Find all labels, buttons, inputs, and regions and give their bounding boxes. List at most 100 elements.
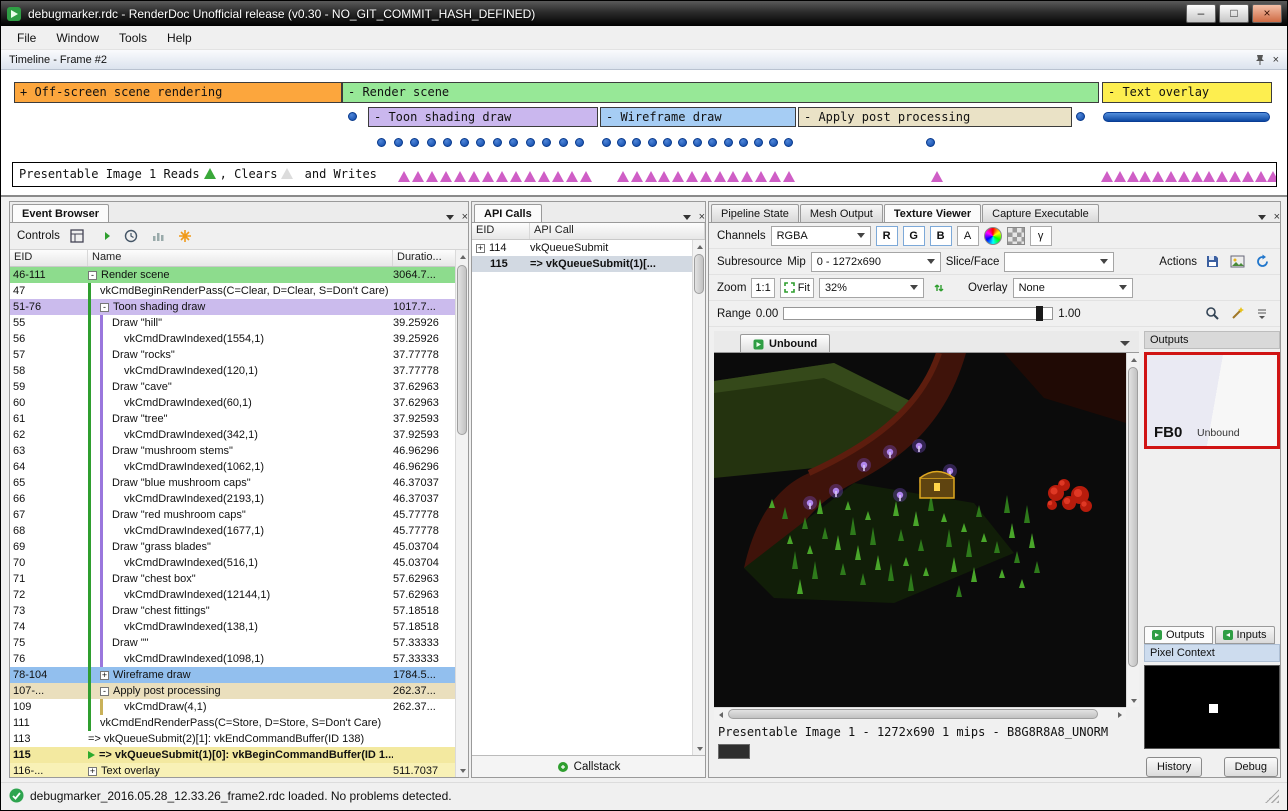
write-marker-icon[interactable] (482, 171, 494, 182)
panel-close-icon[interactable]: × (462, 212, 468, 222)
tab-api-calls[interactable]: API Calls (474, 204, 542, 222)
write-marker-icon[interactable] (440, 171, 452, 182)
draw-call-dot[interactable] (542, 138, 551, 147)
write-marker-icon[interactable] (1101, 171, 1113, 182)
event-row[interactable]: 65Draw "blue mushroom caps"46.37037 (10, 475, 468, 491)
write-marker-icon[interactable] (1267, 171, 1277, 182)
write-marker-icon[interactable] (1178, 171, 1190, 182)
browse-events-icon[interactable] (67, 226, 87, 246)
write-marker-icon[interactable] (755, 171, 767, 182)
range-slider[interactable] (783, 307, 1053, 320)
timeline-canvas[interactable]: Presentable Image 1 Reads, Clears and Wr… (1, 70, 1287, 197)
scrollbar-thumb[interactable] (457, 265, 467, 435)
event-row[interactable]: 59Draw "cave"37.62963 (10, 379, 468, 395)
event-row[interactable]: 73Draw "chest fittings"57.18518 (10, 603, 468, 619)
write-marker-icon[interactable] (566, 171, 578, 182)
draw-call-dot[interactable] (648, 138, 657, 147)
tab-pipeline-state[interactable]: Pipeline State (711, 204, 799, 222)
tab-outputs[interactable]: Outputs (1144, 626, 1213, 644)
draw-call-dot[interactable] (678, 138, 687, 147)
range-options-icon[interactable] (1252, 304, 1272, 324)
dock-menu-icon[interactable] (683, 215, 691, 220)
col-name[interactable]: Name (88, 250, 393, 266)
draw-call-dot[interactable] (663, 138, 672, 147)
red-channel-button[interactable]: R (876, 226, 898, 246)
expand-toggle-icon[interactable]: + (100, 671, 109, 680)
collapse-toggle-icon[interactable]: - (88, 271, 97, 280)
draw-call-dot[interactable] (460, 138, 469, 147)
draw-call-dot[interactable] (632, 138, 641, 147)
event-row[interactable]: 55Draw "hill"39.25926 (10, 315, 468, 331)
menu-window[interactable]: Window (46, 27, 109, 49)
timeline-close-icon[interactable]: × (1273, 55, 1279, 65)
write-marker-icon[interactable] (1114, 171, 1126, 182)
panel-close-icon[interactable]: × (699, 212, 705, 222)
timeline-compressed-bar[interactable] (1103, 112, 1270, 122)
event-row[interactable]: 76vkCmdDrawIndexed(1098,1)57.33333 (10, 651, 468, 667)
minimize-button[interactable]: – (1186, 4, 1216, 23)
green-channel-button[interactable]: G (903, 226, 925, 246)
write-marker-icon[interactable] (1165, 171, 1177, 182)
dock-menu-icon[interactable] (446, 215, 454, 220)
write-marker-icon[interactable] (1127, 171, 1139, 182)
write-marker-icon[interactable] (538, 171, 550, 182)
timeline-section-bar[interactable]: - Wireframe draw (600, 107, 796, 127)
event-row[interactable]: 66vkCmdDrawIndexed(2193,1)46.37037 (10, 491, 468, 507)
tab-event-browser[interactable]: Event Browser (12, 204, 109, 222)
scrollbar-thumb[interactable] (1128, 367, 1138, 667)
event-row[interactable]: 68vkCmdDrawIndexed(1677,1)45.77778 (10, 523, 468, 539)
collapse-toggle-icon[interactable]: - (100, 687, 109, 696)
draw-call-dot[interactable] (377, 138, 386, 147)
menu-tools[interactable]: Tools (109, 27, 157, 49)
draw-call-dot[interactable] (784, 138, 793, 147)
tab-mesh-output[interactable]: Mesh Output (800, 204, 883, 222)
draw-call-dot[interactable] (526, 138, 535, 147)
draw-call-dot[interactable] (476, 138, 485, 147)
checkerboard-background-icon[interactable] (1007, 227, 1025, 245)
write-marker-icon[interactable] (454, 171, 466, 182)
draw-call-dot[interactable] (769, 138, 778, 147)
event-row[interactable]: 56vkCmdDrawIndexed(1554,1)39.25926 (10, 331, 468, 347)
event-row[interactable]: 60vkCmdDrawIndexed(60,1)37.62963 (10, 395, 468, 411)
event-row[interactable]: 109vkCmdDraw(4,1)262.37... (10, 699, 468, 715)
event-row[interactable]: 58vkCmdDrawIndexed(120,1)37.77778 (10, 363, 468, 379)
timeline-section-bar[interactable]: - Apply post processing (798, 107, 1072, 127)
close-button[interactable]: × (1252, 4, 1282, 23)
write-marker-icon[interactable] (727, 171, 739, 182)
write-marker-icon[interactable] (741, 171, 753, 182)
texture-vertical-scrollbar[interactable] (1126, 353, 1139, 707)
draw-call-dot[interactable] (724, 138, 733, 147)
col-eid[interactable]: EID (472, 223, 530, 239)
alpha-channel-button[interactable]: A (957, 226, 979, 246)
event-row[interactable]: 69Draw "grass blades"45.03704 (10, 539, 468, 555)
event-dot[interactable] (1076, 112, 1085, 121)
event-row[interactable]: 111vkCmdEndRenderPass(C=Store, D=Store, … (10, 715, 468, 731)
draw-call-dot[interactable] (754, 138, 763, 147)
channels-combo[interactable]: RGBA (771, 226, 871, 246)
write-marker-icon[interactable] (714, 171, 726, 182)
write-marker-icon[interactable] (524, 171, 536, 182)
write-marker-icon[interactable] (645, 171, 657, 182)
event-row[interactable]: 78-104+Wireframe draw1784.5... (10, 667, 468, 683)
api-calls-scrollbar[interactable] (692, 240, 705, 755)
draw-call-dot[interactable] (926, 138, 935, 147)
callstack-bar[interactable]: Callstack (472, 755, 705, 777)
stats-icon[interactable] (148, 226, 168, 246)
write-marker-icon[interactable] (783, 171, 795, 182)
write-marker-icon[interactable] (769, 171, 781, 182)
draw-call-dot[interactable] (394, 138, 403, 147)
export-image-icon[interactable] (1227, 252, 1247, 272)
draw-call-dot[interactable] (617, 138, 626, 147)
draw-call-dot[interactable] (602, 138, 611, 147)
flip-y-icon[interactable] (929, 278, 949, 298)
write-marker-icon[interactable] (1255, 171, 1267, 182)
event-row[interactable]: 71Draw "chest box"57.62963 (10, 571, 468, 587)
write-marker-icon[interactable] (426, 171, 438, 182)
texture-display[interactable] (714, 353, 1126, 707)
event-row[interactable]: 107-...-Apply post processing262.37... (10, 683, 468, 699)
draw-call-dot[interactable] (509, 138, 518, 147)
event-row[interactable]: 67Draw "red mushroom caps"45.77778 (10, 507, 468, 523)
range-min[interactable]: 0.00 (756, 308, 778, 320)
tab-inputs[interactable]: Inputs (1215, 626, 1275, 644)
blue-channel-button[interactable]: B (930, 226, 952, 246)
